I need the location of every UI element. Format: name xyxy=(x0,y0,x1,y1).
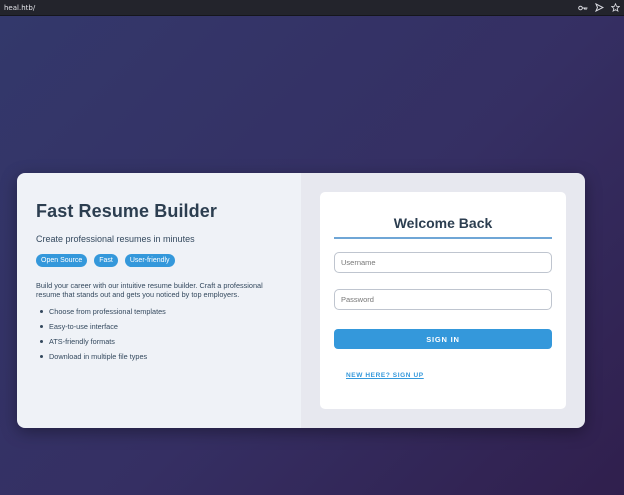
star-icon[interactable] xyxy=(610,3,620,13)
feature-text: Choose from professional templates xyxy=(49,307,166,316)
feature-item: ATS-friendly formats xyxy=(36,337,283,346)
tag-list: Open Source Fast User-friendly xyxy=(36,254,283,267)
feature-text: ATS-friendly formats xyxy=(49,337,115,346)
tag-fast: Fast xyxy=(94,254,118,267)
login-heading: Welcome Back xyxy=(334,215,552,239)
bullet-icon xyxy=(40,310,43,313)
sign-up-link[interactable]: NEW HERE? SIGN UP xyxy=(346,372,424,379)
info-panel: Fast Resume Builder Create professional … xyxy=(17,173,301,428)
password-input[interactable] xyxy=(334,289,552,310)
feature-text: Download in multiple file types xyxy=(49,352,148,361)
app-description: Build your career with our intuitive res… xyxy=(36,281,263,299)
username-input[interactable] xyxy=(334,252,552,273)
address-bar[interactable]: heal.htb/ xyxy=(4,4,35,12)
tag-user-friendly: User-friendly xyxy=(124,254,175,267)
login-panel: Welcome Back SIGN IN NEW HERE? SIGN UP xyxy=(301,173,585,428)
page-background: Fast Resume Builder Create professional … xyxy=(0,16,624,495)
key-icon[interactable] xyxy=(578,3,588,13)
login-form: Welcome Back SIGN IN NEW HERE? SIGN UP xyxy=(320,192,566,409)
bullet-icon xyxy=(40,325,43,328)
send-icon[interactable] xyxy=(594,3,604,13)
feature-list: Choose from professional templates Easy-… xyxy=(36,307,283,361)
sign-in-button[interactable]: SIGN IN xyxy=(334,329,552,349)
browser-toolbar: heal.htb/ xyxy=(0,0,624,16)
feature-item: Easy-to-use interface xyxy=(36,322,283,331)
page-subtitle: Create professional resumes in minutes xyxy=(36,234,195,244)
main-card: Fast Resume Builder Create professional … xyxy=(17,173,585,428)
feature-item: Choose from professional templates xyxy=(36,307,283,316)
page-title: Fast Resume Builder xyxy=(36,201,217,221)
tag-open-source: Open Source xyxy=(36,254,88,267)
bullet-icon xyxy=(40,355,43,358)
bullet-icon xyxy=(40,340,43,343)
feature-item: Download in multiple file types xyxy=(36,352,283,361)
browser-actions xyxy=(578,3,620,13)
feature-text: Easy-to-use interface xyxy=(49,322,118,331)
